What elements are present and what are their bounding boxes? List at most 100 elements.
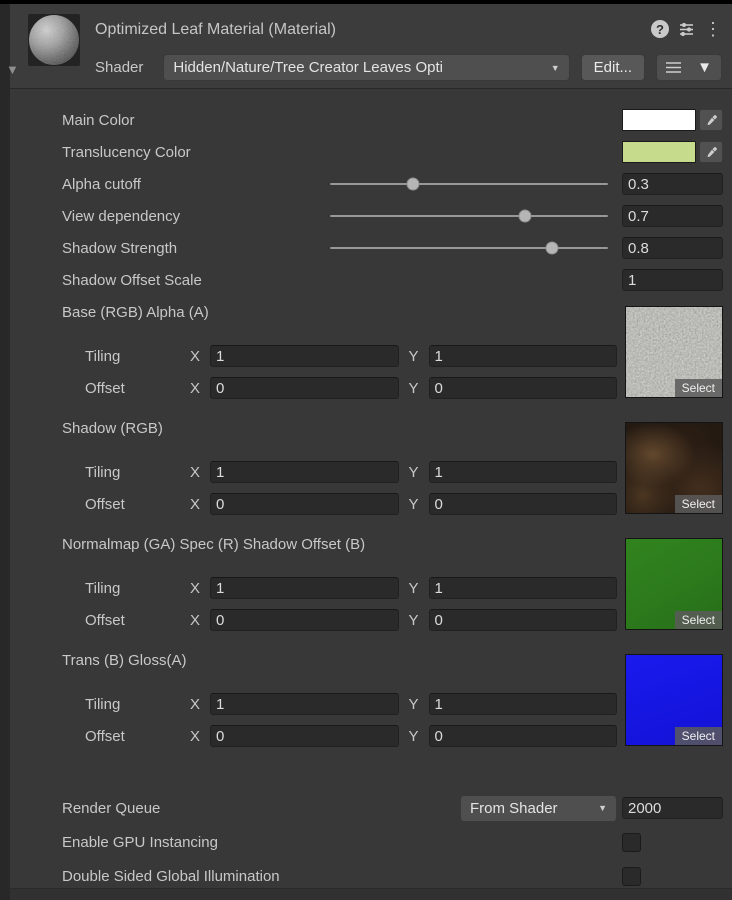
slider-track (330, 247, 608, 249)
chevron-down-icon: ▼ (697, 59, 712, 76)
offset-row: Offset X Y (62, 604, 617, 636)
property-row-translucency-color: Translucency Color (62, 136, 723, 168)
material-preview-thumbnail[interactable] (28, 14, 80, 66)
view-dependency-field[interactable] (622, 205, 723, 227)
presets-icon[interactable] (678, 21, 695, 38)
shader-options-dropdown[interactable]: ▼ (656, 54, 722, 81)
shader-dropdown[interactable]: Hidden/Nature/Tree Creator Leaves Opti ▼ (163, 54, 569, 81)
tiling-x-field[interactable] (210, 345, 399, 367)
y-label: Y (409, 696, 429, 713)
slider-handle[interactable] (407, 178, 420, 191)
render-queue-dropdown[interactable]: From Shader ▼ (460, 795, 617, 822)
shadow-texture-thumbnail[interactable]: Select (625, 422, 723, 514)
x-label: X (190, 380, 210, 397)
tiling-y-field[interactable] (429, 461, 618, 483)
x-label: X (190, 464, 210, 481)
translucency-color-swatch[interactable] (622, 141, 696, 163)
y-label: Y (409, 496, 429, 513)
y-label: Y (409, 612, 429, 629)
shadow-offset-scale-label: Shadow Offset Scale (62, 272, 622, 289)
tiling-y-field[interactable] (429, 693, 618, 715)
tiling-y-field[interactable] (429, 345, 618, 367)
double-sided-gi-label: Double Sided Global Illumination (62, 868, 622, 885)
select-texture-button[interactable]: Select (675, 495, 722, 513)
y-label: Y (409, 464, 429, 481)
offset-x-field[interactable] (210, 725, 399, 747)
tiling-x-field[interactable] (210, 693, 399, 715)
offset-y-field[interactable] (429, 377, 618, 399)
tiling-x-field[interactable] (210, 461, 399, 483)
tiling-x-field[interactable] (210, 577, 399, 599)
alpha-cutoff-slider[interactable] (330, 168, 608, 200)
offset-row: Offset X Y (62, 372, 617, 404)
select-texture-button[interactable]: Select (675, 727, 722, 745)
offset-x-field[interactable] (210, 493, 399, 515)
eyedropper-button[interactable] (699, 141, 723, 163)
shader-label: Shader (95, 59, 143, 76)
texture-label: Shadow (RGB) (62, 420, 163, 437)
tiling-y-field[interactable] (429, 577, 618, 599)
offset-label: Offset (85, 728, 190, 745)
offset-label: Offset (85, 496, 190, 513)
slider-handle[interactable] (546, 242, 559, 255)
slider-handle[interactable] (518, 210, 531, 223)
material-title: Optimized Leaf Material (Material) (95, 21, 336, 39)
eyedropper-button[interactable] (699, 109, 723, 131)
render-queue-field[interactable] (622, 797, 723, 819)
shadow-offset-scale-field[interactable] (622, 269, 723, 291)
tiling-label: Tiling (85, 580, 190, 597)
double-sided-gi-checkbox[interactable] (622, 867, 641, 886)
x-label: X (190, 496, 210, 513)
property-row-alpha-cutoff: Alpha cutoff (62, 168, 723, 200)
property-row-gpu-instancing: Enable GPU Instancing (62, 826, 723, 858)
trans-texture-thumbnail[interactable]: Select (625, 654, 723, 746)
main-color-swatch[interactable] (622, 109, 696, 131)
offset-label: Offset (85, 612, 190, 629)
inspector-bottom-strip (10, 888, 732, 900)
material-inspector-panel: Optimized Leaf Material (Material) ? ⋮ S… (10, 4, 732, 900)
base-texture-thumbnail[interactable]: Select (625, 306, 723, 398)
offset-label: Offset (85, 380, 190, 397)
select-texture-button[interactable]: Select (675, 611, 722, 629)
texture-section-normalmap: Normalmap (GA) Spec (R) Shadow Offset (B… (62, 528, 723, 636)
tiling-row: Tiling X Y (62, 688, 617, 720)
x-label: X (190, 728, 210, 745)
offset-y-field[interactable] (429, 493, 618, 515)
eyedropper-icon (705, 114, 718, 127)
shadow-strength-label: Shadow Strength (62, 240, 330, 257)
select-texture-button[interactable]: Select (675, 379, 722, 397)
gpu-instancing-checkbox[interactable] (622, 833, 641, 852)
property-row-render-queue: Render Queue From Shader ▼ (62, 792, 723, 824)
edit-shader-button[interactable]: Edit... (581, 54, 645, 81)
offset-x-field[interactable] (210, 377, 399, 399)
view-dependency-slider[interactable] (330, 200, 608, 232)
main-color-label: Main Color (62, 112, 622, 129)
texture-label: Base (RGB) Alpha (A) (62, 304, 209, 321)
tiling-row: Tiling X Y (62, 572, 617, 604)
x-label: X (190, 612, 210, 629)
alpha-cutoff-label: Alpha cutoff (62, 176, 330, 193)
slider-track (330, 183, 608, 185)
y-label: Y (409, 580, 429, 597)
help-icon[interactable]: ? (651, 20, 669, 38)
chevron-down-icon: ▼ (543, 63, 560, 73)
property-row-main-color: Main Color (62, 104, 723, 136)
foldout-arrow-icon[interactable]: ▼ (6, 62, 19, 77)
shadow-strength-field[interactable] (622, 237, 723, 259)
texture-label: Trans (B) Gloss(A) (62, 652, 186, 669)
y-label: Y (409, 728, 429, 745)
tiling-label: Tiling (85, 348, 190, 365)
shadow-strength-slider[interactable] (330, 232, 608, 264)
texture-section-trans: Trans (B) Gloss(A) Tiling X Y Offset X Y… (62, 644, 723, 752)
x-label: X (190, 348, 210, 365)
translucency-color-label: Translucency Color (62, 144, 622, 161)
offset-y-field[interactable] (429, 609, 618, 631)
property-row-view-dependency: View dependency (62, 200, 723, 232)
normalmap-texture-thumbnail[interactable]: Select (625, 538, 723, 630)
alpha-cutoff-field[interactable] (622, 173, 723, 195)
eyedropper-icon (705, 146, 718, 159)
offset-y-field[interactable] (429, 725, 618, 747)
x-label: X (190, 580, 210, 597)
more-menu-icon[interactable]: ⋮ (704, 20, 722, 38)
offset-x-field[interactable] (210, 609, 399, 631)
